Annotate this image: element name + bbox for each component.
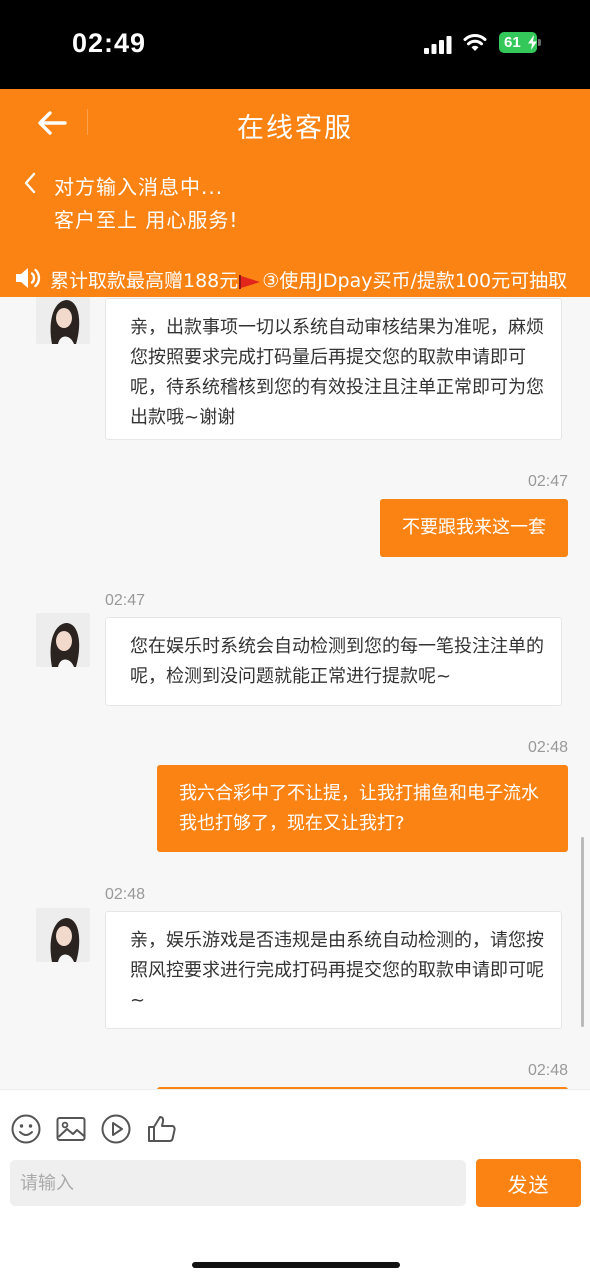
charging-bolt-icon bbox=[528, 35, 537, 50]
emoji-icon[interactable] bbox=[10, 1113, 42, 1145]
message-text: 不要跟我来这一套 bbox=[402, 517, 546, 538]
agent-avatar bbox=[36, 613, 90, 667]
chevron-left-icon bbox=[24, 172, 36, 194]
input-toolbar: 发送 bbox=[0, 1089, 590, 1280]
collapse-notice-button[interactable] bbox=[16, 168, 44, 198]
agent-avatar-image bbox=[36, 297, 90, 344]
agent-avatar bbox=[36, 297, 90, 344]
cellular-signal-icon bbox=[424, 36, 452, 54]
agent-avatar bbox=[36, 908, 90, 962]
battery-cap bbox=[538, 39, 541, 46]
agent-avatar-image bbox=[36, 613, 90, 667]
agent-avatar-image bbox=[36, 908, 90, 962]
chat-messages[interactable]: 亲，出款事项一切以系统自动审核结果为准呢，麻烦您按照要求完成打码量后再提交您的取… bbox=[0, 297, 590, 1089]
message-text: 亲，出款事项一切以系统自动审核结果为准呢，麻烦您按照要求完成打码量后再提交您的取… bbox=[130, 317, 544, 428]
message-text: 您在娱乐时系统会自动检测到您的每一笔投注注单的呢，检测到没问题就能正常进行提款呢… bbox=[130, 636, 544, 687]
message-input[interactable] bbox=[10, 1160, 466, 1206]
flag-icon bbox=[239, 274, 261, 289]
service-slogan: 客户至上 用心服务! bbox=[54, 208, 239, 232]
message-timestamp: 02:48 bbox=[527, 739, 568, 756]
image-icon[interactable] bbox=[55, 1113, 87, 1145]
message-timestamp: 02:48 bbox=[527, 1062, 568, 1079]
announcement-marquee[interactable]: 累计取款最高赠188元 ③使用JDpay买币/提款100元可抽取 bbox=[0, 263, 590, 297]
agent-message: 您在娱乐时系统会自动检测到您的每一笔投注注单的呢，检测到没问题就能正常进行提款呢… bbox=[105, 617, 562, 706]
message-text: 我六合彩中了不让提，让我打捕鱼和电子流水我也打够了，现在又让我打? bbox=[179, 783, 539, 834]
message-timestamp: 02:48 bbox=[105, 886, 146, 903]
page-title: 在线客服 bbox=[237, 113, 353, 144]
user-message: 不要跟我来这一套 bbox=[380, 499, 568, 557]
send-button[interactable]: 发送 bbox=[476, 1159, 581, 1207]
user-message: 我六合彩中了不让提，让我打捕鱼和电子流水我也打够了，现在又让我打? bbox=[157, 765, 568, 852]
agent-message: 亲，娱乐游戏是否违规是由系统自动检测的，请您按照风控要求进行完成打码再提交您的取… bbox=[105, 911, 562, 1029]
message-timestamp: 02:47 bbox=[527, 473, 568, 490]
agent-message: 亲，出款事项一切以系统自动审核结果为准呢，麻烦您按照要求完成打码量后再提交您的取… bbox=[105, 298, 562, 440]
status-bar: 02:49 61 bbox=[0, 0, 590, 89]
status-time: 02:49 bbox=[72, 28, 147, 58]
home-indicator[interactable] bbox=[192, 1262, 400, 1268]
thumbs-up-icon[interactable] bbox=[146, 1113, 178, 1145]
speaker-icon bbox=[16, 268, 41, 288]
battery-indicator: 61 bbox=[499, 32, 541, 53]
wifi-icon bbox=[463, 34, 487, 51]
message-timestamp: 02:47 bbox=[105, 592, 146, 609]
marquee-text-right: ③使用JDpay买币/提款100元可抽取 bbox=[262, 270, 568, 292]
message-text: 亲，娱乐游戏是否违规是由系统自动检测的，请您按照风控要求进行完成打码再提交您的取… bbox=[130, 930, 544, 1011]
typing-status: 对方输入消息中... bbox=[54, 175, 224, 199]
marquee-text: 累计取款最高赠188元 ③使用JDpay买币/提款100元可抽取 bbox=[50, 266, 567, 293]
chat-scrollbar[interactable] bbox=[581, 837, 584, 1027]
marquee-text-left: 累计取款最高赠188元 bbox=[50, 270, 239, 292]
video-icon[interactable] bbox=[100, 1113, 132, 1145]
header: 在线客服 对方输入消息中... 客户至上 用心服务! 累计取款最高赠188元 ③使… bbox=[0, 89, 590, 297]
